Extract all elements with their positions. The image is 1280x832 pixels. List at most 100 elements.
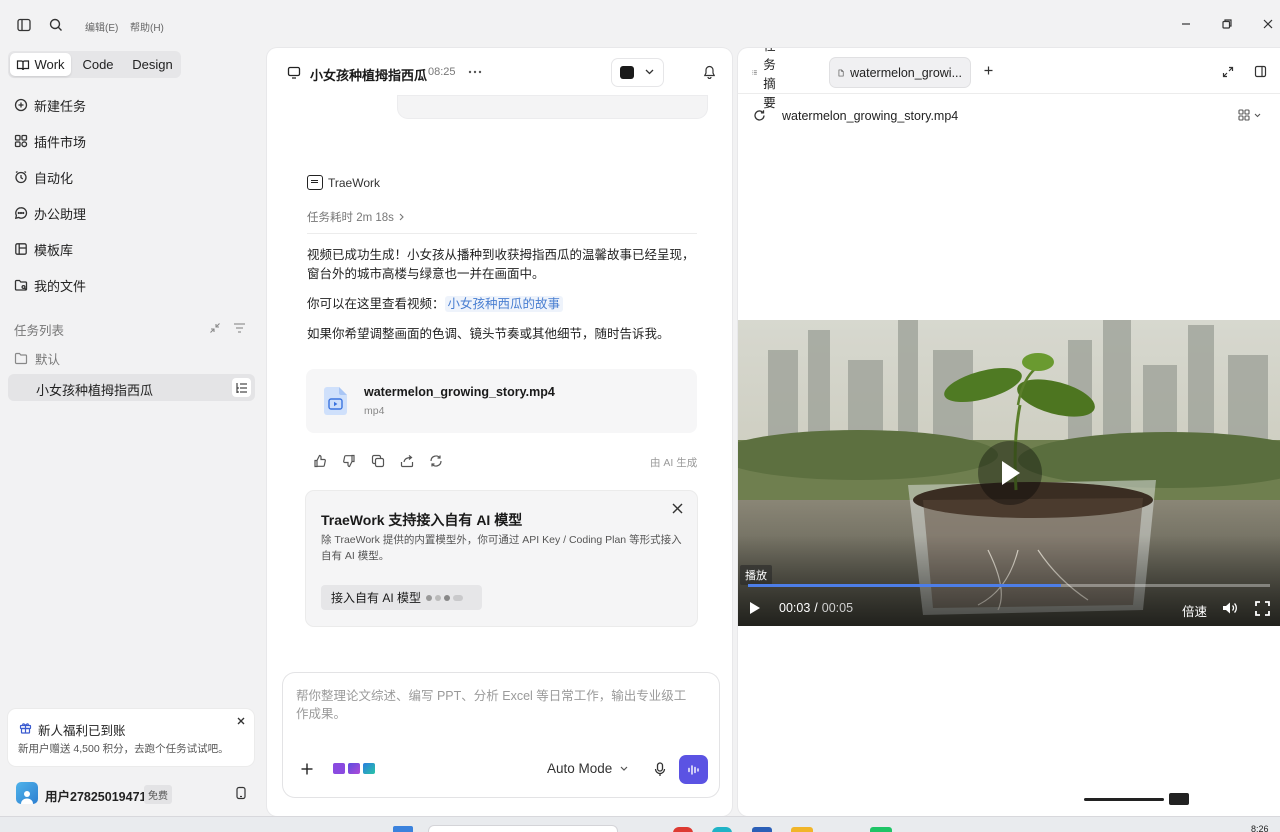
share-icon[interactable] [400,454,414,468]
taskbar-app-icon[interactable] [870,827,892,832]
chevron-down-icon [1254,113,1261,117]
plan-badge: 免费 [144,785,172,804]
progress-track[interactable] [748,584,1270,587]
task-list-item[interactable]: 小女孩种植拇指西瓜 [8,374,255,401]
panel-toggle-icon[interactable] [1254,65,1267,78]
monitor-icon [287,66,301,79]
mode-design-button[interactable]: Design [126,53,179,76]
filter-icon[interactable] [233,322,246,334]
video-player[interactable]: 播放 00:03 / 00:05 倍速 [738,320,1280,626]
mode-work-button[interactable]: Work [10,53,71,76]
volume-icon[interactable] [1222,601,1239,615]
connect-model-button[interactable]: 接入自有 AI 模型 [321,585,482,610]
folder-label: 默认 [35,353,61,367]
video-tool-icon[interactable] [333,763,345,774]
windows-start-icon[interactable] [393,826,413,832]
chat-bubble-icon [14,207,28,220]
grid-icon [1238,109,1250,121]
chevron-down-icon [620,766,628,771]
mode-code-button[interactable]: Code [74,53,122,76]
restore-icon[interactable] [1220,17,1234,31]
collapse-icon[interactable] [209,322,221,334]
close-notice-icon[interactable] [237,717,245,725]
task-outline-icon[interactable] [232,378,251,397]
video-link[interactable]: 小女孩种西瓜的故事 [444,296,564,312]
minimize-icon[interactable] [1179,17,1193,31]
close-promo-icon[interactable] [672,503,683,514]
taskbar-folder-icon[interactable] [791,827,813,832]
menu-edit[interactable]: 编辑(E) [85,19,118,34]
refresh-icon[interactable] [753,109,766,122]
microphone-icon[interactable] [654,762,666,777]
thumbs-down-icon[interactable] [342,454,356,468]
close-window-icon[interactable] [1261,17,1275,31]
prompt-input[interactable]: 帮你整理论文综述、编写 PPT、分析 Excel 等日常工作，输出专业级工作成果… [296,687,696,723]
video-file-icon [324,387,347,415]
file-card[interactable]: watermelon_growing_story.mp4 mp4 [306,369,697,433]
add-icon[interactable] [300,762,314,776]
divider [738,93,1280,94]
tab-summary[interactable]: 任务摘要 [744,48,792,110]
environment-selector[interactable] [612,59,663,86]
view-mode-selector[interactable] [1238,109,1261,121]
voice-send-button[interactable] [679,755,708,784]
sidebar-item-label: 办公助理 [34,206,87,222]
terminal-icon [620,66,634,79]
chat-header: 小女孩种植拇指西瓜 08:25 [267,48,732,96]
new-tab-icon[interactable] [983,65,994,76]
fullscreen-icon[interactable] [1255,601,1270,616]
sidebar-item-new-task[interactable]: 新建任务 [14,94,86,116]
device-icon[interactable] [235,786,247,800]
sidebar-item-automation[interactable]: 自动化 [14,166,73,188]
sidebar-toggle-icon[interactable] [16,17,32,33]
gift-icon [19,721,32,734]
sidebar-item-templates[interactable]: 模板库 [14,238,73,260]
tool-icons[interactable] [333,763,375,774]
taskbar-app-icon[interactable] [673,827,693,832]
regenerate-icon[interactable] [429,454,443,468]
thumbs-up-icon[interactable] [313,454,327,468]
chevron-down-icon [645,69,654,75]
user-profile[interactable]: 用户27825019471 免费 [14,780,254,806]
message-paragraph-2-text: 你可以在这里查看视频： [307,297,445,311]
tab-file[interactable]: watermelon_growi... [830,58,970,87]
big-play-button[interactable] [978,441,1042,505]
alarm-icon [15,170,27,184]
message-actions [313,454,443,468]
prompt-input-box[interactable]: 帮你整理论文综述、编写 PPT、分析 Excel 等日常工作，输出专业级工作成果… [283,673,719,797]
sidebar-item-label: 模板库 [34,242,74,258]
folder-default[interactable]: 默认 [14,349,60,368]
sidebar-item-plugin-market[interactable]: 插件市场 [14,130,86,152]
search-icon[interactable] [48,17,64,33]
copy-icon[interactable] [371,454,385,468]
time-separator: / [814,601,818,615]
sidebar-item-my-files[interactable]: 我的文件 [14,274,86,296]
taskbar-app-icon[interactable] [712,827,732,832]
app-tool-icon[interactable] [363,763,375,774]
expand-icon[interactable] [1222,66,1234,78]
file-name: watermelon_growing_story.mp4 [364,385,555,399]
promo-card: TraeWork 支持接入自有 AI 模型 除 TraeWork 提供的内置模型… [306,491,697,626]
task-duration[interactable]: 任务耗时 2m 18s [307,209,404,225]
model-logos-icon [426,594,464,601]
bell-icon[interactable] [703,65,716,79]
speed-button[interactable]: 倍速 [1182,601,1207,620]
mode-select[interactable]: Auto Mode [547,761,628,776]
current-time: 00:03 [779,601,811,615]
sidebar-item-office-assistant[interactable]: 办公助理 [14,202,86,224]
more-icon[interactable] [468,70,482,74]
play-icon [1002,461,1020,485]
play-small-icon[interactable] [748,601,761,615]
list-icon [752,70,757,75]
image-tool-icon[interactable] [348,763,360,774]
menu-help[interactable]: 帮助(H) [130,19,164,34]
mode-select-label: Auto Mode [547,761,613,776]
agent-logo-icon [307,175,323,190]
file-icon [838,69,844,76]
notice-title: 新人福利已到账 [38,724,126,738]
task-item-label: 小女孩种植拇指西瓜 [36,383,154,398]
taskbar-search[interactable] [428,825,618,832]
taskbar-app-icon[interactable] [752,827,772,832]
file-ext: mp4 [364,405,385,417]
folder-icon [14,352,28,365]
